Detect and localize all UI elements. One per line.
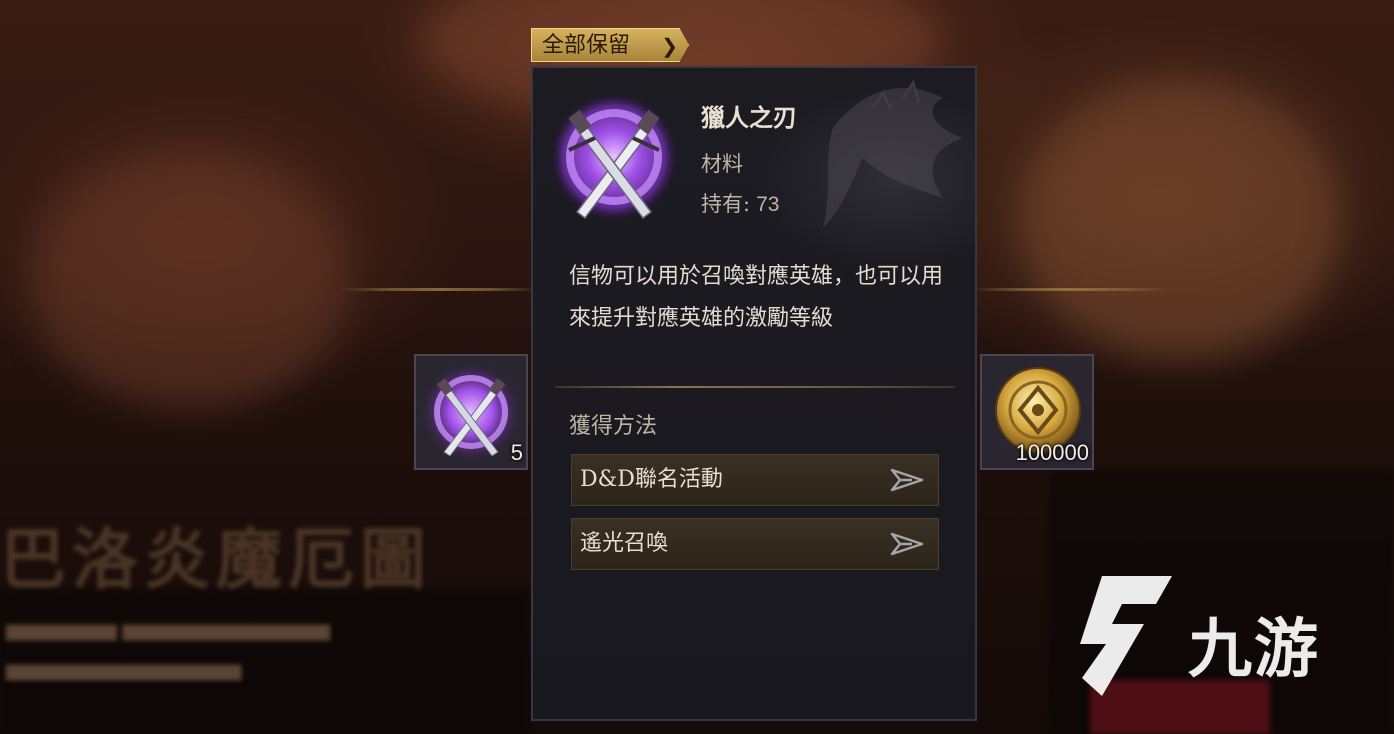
go-arrow-icon [890, 532, 924, 556]
chevron-right-icon: ❯ [661, 34, 678, 58]
crossed-daggers-icon [421, 362, 521, 462]
go-arrow-icon [890, 468, 924, 492]
source-title: 獲得方法 [569, 414, 658, 439]
bg-gold-line-right [970, 288, 1170, 291]
slot-count: 100000 [1015, 440, 1089, 465]
source-button-dnd-event[interactable]: D&D聯名活動 [571, 454, 939, 506]
bg-gold-line-left [340, 288, 540, 291]
item-description: 信物可以用於召喚對應英雄，也可以用來提升對應英雄的激勵等級 [569, 264, 944, 331]
bg-light-left [30, 150, 350, 410]
bg-light-right [1020, 80, 1340, 360]
bg-desc-line: ▆▆▆▆▆▆▆▆▆▆▆▆▆▆▆▆▆ [6, 660, 242, 681]
item-type: 材料 [701, 152, 743, 176]
bg-desc-line: ▆▆▆▆▆▆▆▆ ▆▆▆▆▆▆▆▆▆▆▆▆▆▆▆ [6, 620, 331, 641]
bg-stage-title: 巴洛炎魔厄圖 [0, 520, 432, 598]
source-label: 遙光召喚 [580, 531, 669, 556]
owned-count: 73 [756, 193, 780, 216]
watermark-logo: 九游 [1072, 568, 1362, 708]
owned-label: 持有: [701, 192, 751, 216]
slot-count: 5 [510, 440, 523, 465]
reward-slot-hunter-blade[interactable]: 5 [414, 354, 528, 470]
logo-icon [1080, 576, 1172, 696]
source-button-summon[interactable]: 遙光召喚 [571, 518, 939, 570]
reward-slot-gold[interactable]: 100000 [980, 354, 1094, 470]
crossed-daggers-icon [550, 93, 678, 221]
item-name: 獵人之刃 [701, 103, 797, 132]
item-owned: 持有: 73 [701, 188, 779, 218]
keep-all-label: 全部保留 [542, 33, 631, 58]
keep-all-tab[interactable]: 全部保留 ❯ [531, 28, 689, 62]
item-detail-panel: 獵人之刃 材料 持有: 73 信物可以用於召喚對應英雄，也可以用來提升對應英雄的激… [531, 66, 977, 721]
divider [555, 386, 955, 388]
watermark-text: 九游 [1188, 613, 1320, 687]
dragon-decoration-icon [823, 79, 963, 228]
source-label: D&D聯名活動 [580, 467, 723, 492]
game-scene: 巴洛炎魔厄圖 ▆▆▆▆▆▆▆▆ ▆▆▆▆▆▆▆▆▆▆▆▆▆▆▆ ▆▆▆▆▆▆▆▆… [0, 0, 1394, 734]
